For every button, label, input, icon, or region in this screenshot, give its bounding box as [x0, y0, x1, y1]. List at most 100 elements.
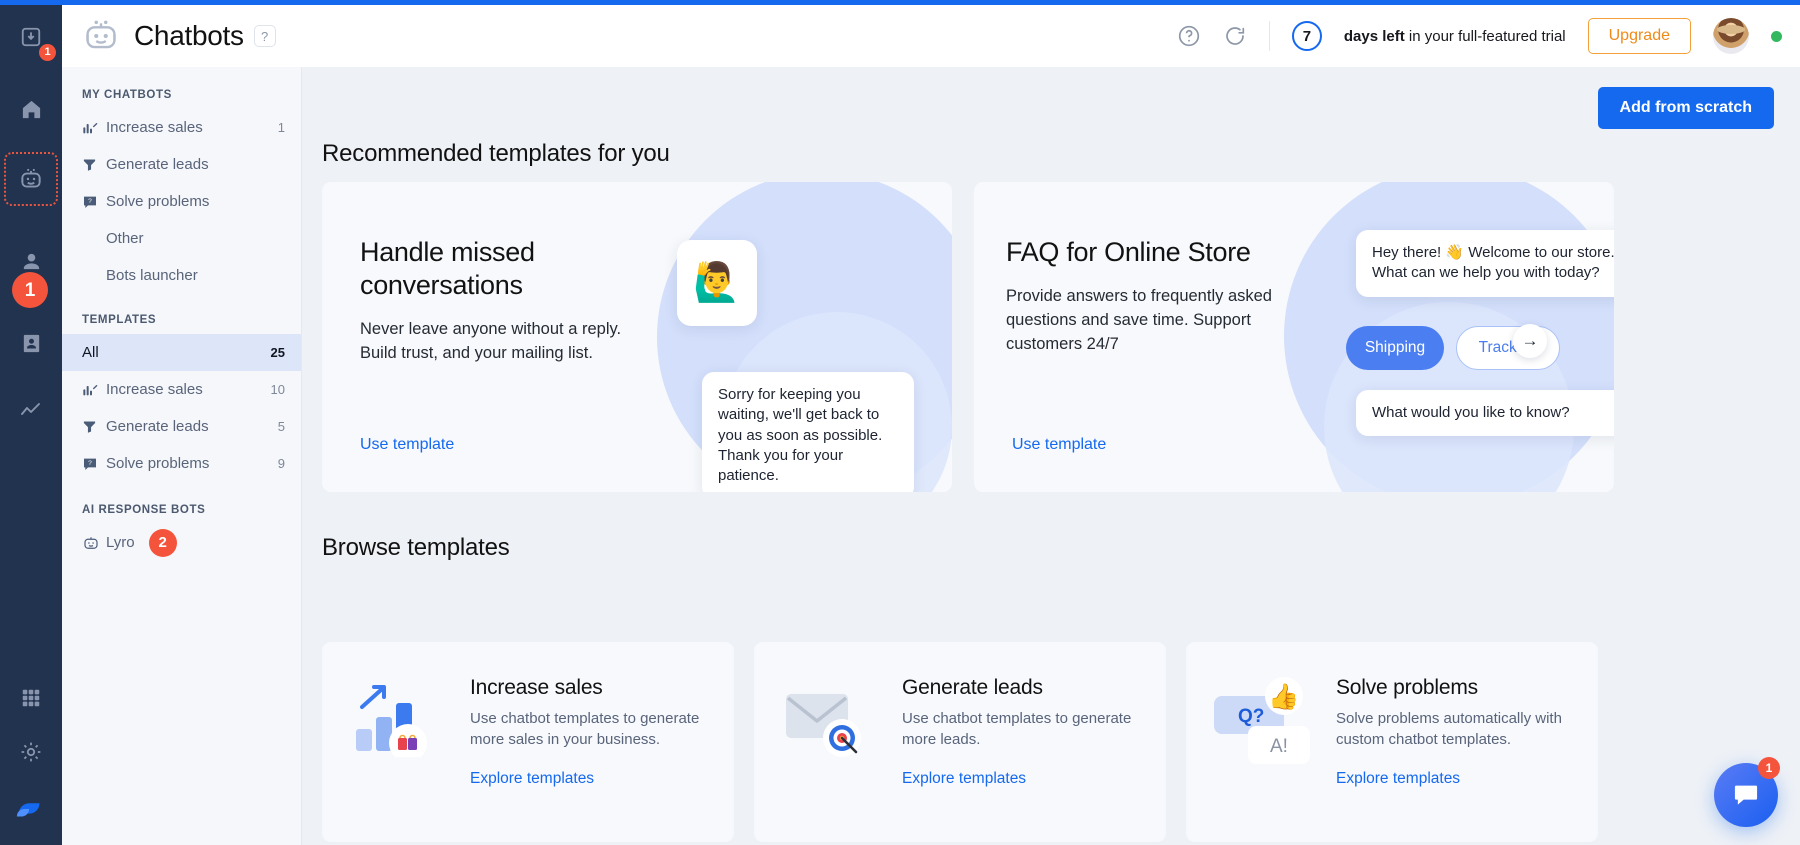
svg-text:?: ? — [88, 460, 92, 467]
header-divider — [1269, 21, 1270, 51]
svg-text:A!: A! — [1270, 736, 1288, 757]
sidebar-count: 5 — [278, 419, 285, 434]
inbox-icon — [20, 26, 42, 48]
trial-text: days left in your full-featured trial — [1344, 28, 1566, 45]
trial-days-ring: 7 — [1292, 21, 1322, 51]
browse-card-desc: Use chatbot templates to generate more s… — [470, 708, 710, 750]
card-desc: Never leave anyone without a reply. Buil… — [360, 318, 660, 366]
recommended-card-faq[interactable]: FAQ for Online Store Provide answers to … — [974, 182, 1614, 492]
sidebar-label: Generate leads — [106, 418, 278, 435]
svg-text:Q?: Q? — [1238, 706, 1264, 727]
rail-item-home[interactable] — [8, 86, 54, 132]
rail-item-account-logo[interactable] — [8, 785, 54, 831]
bar-chart-icon — [82, 120, 106, 136]
question-bubble-icon: ? — [82, 194, 106, 210]
rail-item-chatbots[interactable] — [8, 156, 54, 202]
chip-shipping[interactable]: Shipping — [1346, 326, 1444, 370]
chat-bubble-what-know: What would you like to know? — [1356, 390, 1614, 436]
header-brand: Chatbots ? — [62, 17, 276, 55]
sidebar-label: Lyro — [106, 534, 135, 551]
question-bubble-icon: ? — [82, 456, 106, 472]
app-rail: 1 1 — [0, 0, 62, 845]
chatbot-logo-icon — [82, 17, 120, 55]
avatar[interactable] — [1713, 18, 1749, 54]
chat-launcher-badge: 1 — [1758, 757, 1780, 779]
help-icon[interactable] — [1177, 24, 1201, 48]
rail-item-contacts[interactable]: 1 — [8, 238, 54, 284]
chatbots-icon — [18, 166, 44, 192]
sidebar-item-solve-problems[interactable]: ? Solve problems — [62, 183, 301, 220]
explore-templates-link[interactable]: Explore templates — [470, 770, 594, 788]
upgrade-button[interactable]: Upgrade — [1588, 18, 1691, 54]
use-template-link[interactable]: Use template — [360, 436, 454, 454]
sidebar-label: Solve problems — [106, 193, 285, 210]
sidebar: MY CHATBOTS Increase sales 1 Generate le… — [62, 67, 302, 845]
apps-icon — [20, 687, 42, 709]
chat-bubble-welcome: Hey there! 👋 Welcome to our store. What … — [1356, 230, 1614, 297]
sidebar-count: 9 — [278, 456, 285, 471]
raising-hand-emoji-tile: 🙋‍♂️ — [677, 240, 757, 326]
sidebar-label: Solve problems — [106, 455, 278, 472]
top-accent-bar — [0, 0, 1800, 5]
account-logo — [15, 794, 47, 822]
sidebar-label: Increase sales — [106, 119, 278, 136]
refresh-icon[interactable] — [1223, 24, 1247, 48]
add-from-scratch-button[interactable]: Add from scratch — [1598, 87, 1774, 129]
sidebar-item-tpl-increase-sales[interactable]: Increase sales 10 — [62, 371, 301, 408]
sidebar-heading-my-chatbots: MY CHATBOTS — [62, 79, 301, 109]
help-chip[interactable]: ? — [254, 25, 276, 47]
rail-item-settings[interactable] — [8, 729, 54, 775]
svg-text:?: ? — [88, 198, 92, 205]
sidebar-item-bots-launcher[interactable]: Bots launcher — [62, 257, 301, 294]
browse-card-generate-leads[interactable]: Generate leads Use chatbot templates to … — [754, 642, 1166, 842]
rail-item-customers[interactable] — [8, 320, 54, 366]
rail-badge-inbox: 1 — [39, 44, 56, 61]
rail-item-apps[interactable] — [8, 675, 54, 721]
chat-bubble-missed: Sorry for keeping you waiting, we'll get… — [702, 372, 914, 492]
browse-card-title: Solve problems — [1336, 676, 1576, 700]
sidebar-item-lyro[interactable]: Lyro 2 — [62, 524, 301, 561]
sidebar-item-other[interactable]: Other — [62, 220, 301, 257]
browse-card-desc: Solve problems automatically with custom… — [1336, 708, 1576, 750]
recommended-heading: Recommended templates for you — [322, 140, 670, 168]
bar-chart-icon — [82, 382, 106, 398]
sidebar-label: Bots launcher — [106, 267, 285, 284]
main-content: Add from scratch Recommended templates f… — [302, 67, 1800, 845]
explore-templates-link[interactable]: Explore templates — [902, 770, 1026, 788]
analytics-icon — [19, 399, 43, 423]
sidebar-item-increase-sales[interactable]: Increase sales 1 — [62, 109, 301, 146]
sidebar-item-tpl-solve-problems[interactable]: ? Solve problems 9 — [62, 445, 301, 482]
browse-card-increase-sales[interactable]: Increase sales Use chatbot templates to … — [322, 642, 734, 842]
card-title: FAQ for Online Store — [1006, 236, 1306, 269]
sidebar-label: All — [82, 344, 271, 361]
sidebar-item-tpl-generate-leads[interactable]: Generate leads 5 — [62, 408, 301, 445]
card-title: Handle missed conversations — [360, 236, 660, 302]
browse-card-desc: Use chatbot templates to generate more l… — [902, 708, 1142, 750]
explore-templates-link[interactable]: Explore templates — [1336, 770, 1460, 788]
sidebar-badge-lyro: 2 — [149, 529, 177, 557]
browse-card-solve-problems[interactable]: Q? A! 👍 Solve problems Solve problems au… — [1186, 642, 1598, 842]
browse-card-title: Generate leads — [902, 676, 1142, 700]
funnel-icon — [82, 419, 106, 434]
funnel-icon — [82, 157, 106, 172]
rail-item-analytics[interactable] — [8, 388, 54, 434]
recommended-card-handle-missed[interactable]: Handle missed conversations Never leave … — [322, 182, 952, 492]
envelope-target-art — [784, 678, 872, 763]
sidebar-count: 25 — [271, 345, 285, 360]
sidebar-heading-templates: TEMPLATES — [62, 294, 301, 334]
use-template-link[interactable]: Use template — [1012, 436, 1106, 454]
arrow-right-icon[interactable]: → — [1513, 324, 1547, 358]
sidebar-count: 1 — [278, 120, 285, 135]
sidebar-item-all[interactable]: All 25 — [62, 334, 301, 371]
app-header: Chatbots ? 7 days left in your full-feat… — [62, 5, 1800, 67]
sidebar-label: Other — [106, 230, 285, 247]
status-dot-online — [1771, 31, 1782, 42]
rail-item-inbox[interactable]: 1 — [8, 14, 54, 60]
contacts-icon — [20, 250, 43, 273]
sidebar-count: 10 — [271, 382, 285, 397]
qa-thumbsup-art: Q? A! 👍 — [1212, 674, 1322, 771]
chat-bubble-icon — [1732, 781, 1760, 809]
header-actions: 7 days left in your full-featured trial … — [1177, 18, 1800, 54]
sidebar-heading-ai-response-bots: AI RESPONSE BOTS — [62, 482, 301, 524]
sidebar-item-generate-leads[interactable]: Generate leads — [62, 146, 301, 183]
